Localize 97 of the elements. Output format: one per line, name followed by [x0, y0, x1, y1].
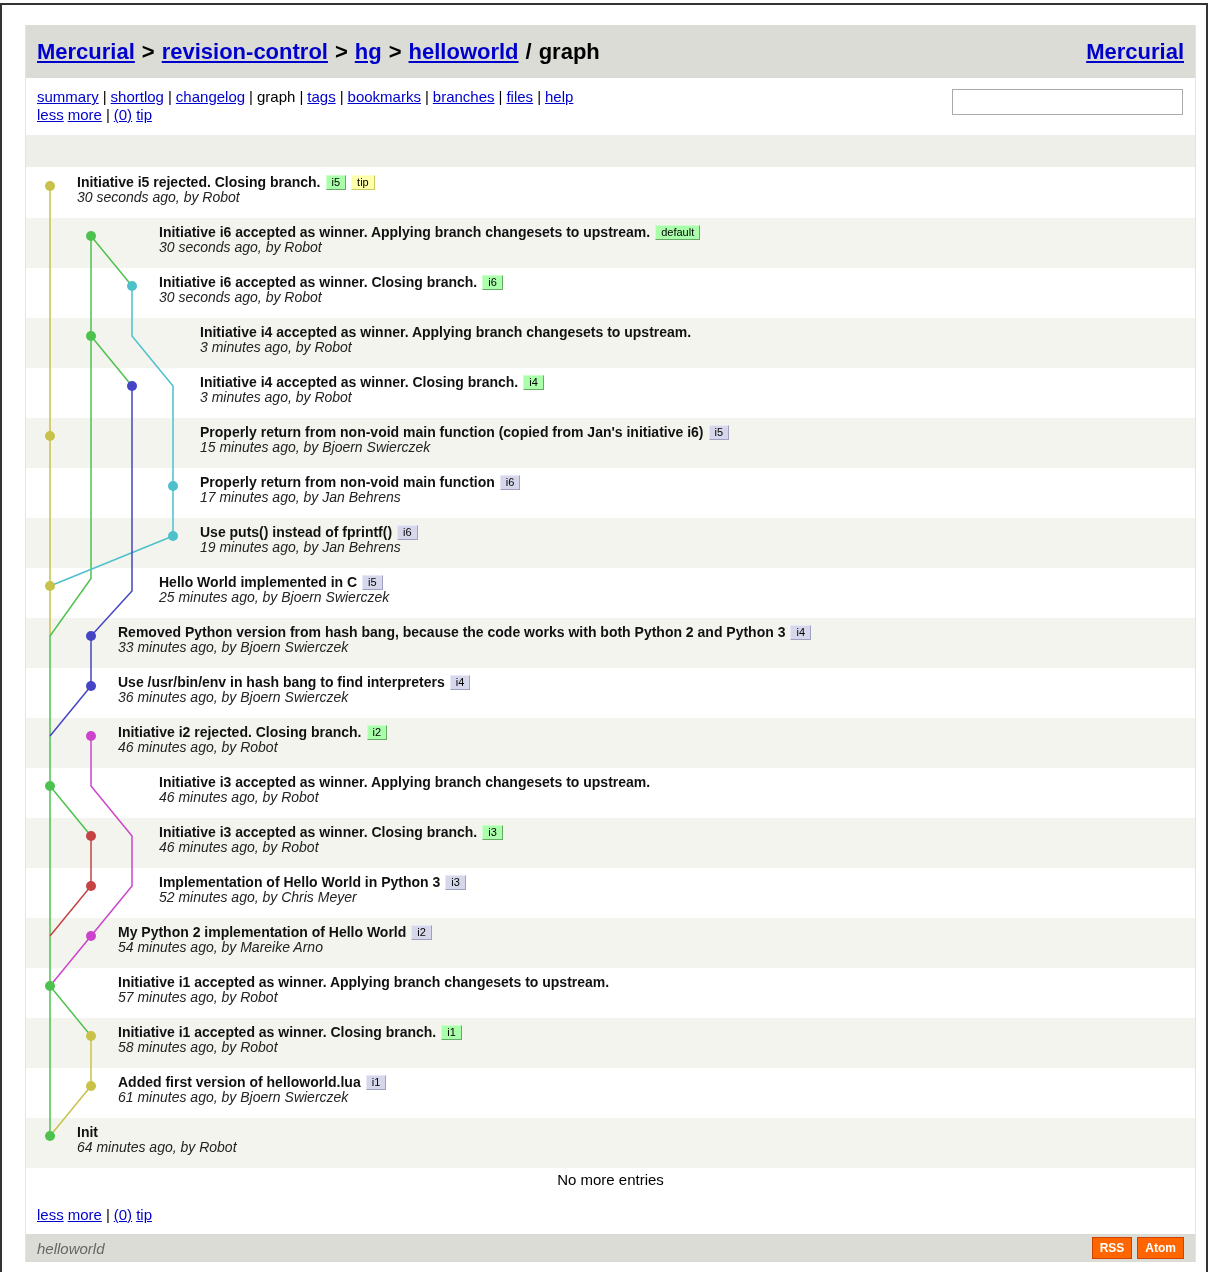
branch-tag: i3	[482, 825, 503, 840]
branch-tag: tip	[351, 175, 375, 190]
changeset-meta: 19 minutes ago, by Jan Behrens	[200, 540, 402, 555]
changeset-meta: 15 minutes ago, by Bjoern Swierczek	[200, 440, 432, 455]
changeset-meta: 25 minutes ago, by Bjoern Swierczek	[159, 590, 391, 605]
changeset-description[interactable]: Initiative i1 accepted as winner. Closing branch.	[118, 1025, 437, 1040]
changeset-description[interactable]: Removed Python version from hash bang, because the code works with both Python 2 and Python 3	[118, 625, 786, 640]
breadcrumb-link[interactable]: revision-control	[161, 38, 328, 65]
page-title: graph	[538, 38, 600, 65]
nav-separator: |	[105, 106, 110, 124]
changeset-meta: 30 seconds ago, by Robot	[159, 290, 323, 305]
revision-link[interactable]: tip	[136, 106, 152, 124]
nav-separator: |	[102, 88, 107, 106]
revision-link[interactable]: (0)	[113, 1206, 133, 1224]
branch-tag: i3	[445, 875, 466, 890]
changeset-meta: 58 minutes ago, by Robot	[118, 1040, 279, 1055]
branch-tag: i5	[362, 575, 383, 590]
repo-name: helloworld	[37, 1239, 105, 1257]
branch-tag: i2	[411, 925, 432, 940]
branch-tag: i6	[482, 275, 503, 290]
changeset-meta: 61 minutes ago, by Bjoern Swierczek	[118, 1090, 350, 1105]
changeset-meta: 46 minutes ago, by Robot	[159, 840, 320, 855]
changeset-meta: 52 minutes ago, by Chris Meyer	[159, 890, 358, 905]
nav-separator: |	[105, 1206, 110, 1224]
changeset-description[interactable]: Initiative i6 accepted as winner. Closing branch.	[159, 275, 478, 290]
nav-link[interactable]: tags	[307, 88, 336, 106]
logo-link[interactable]: Mercurial	[1086, 38, 1184, 65]
changeset-meta: 30 seconds ago, by Robot	[159, 240, 323, 255]
changeset-description[interactable]: Use puts() instead of fprintf()	[200, 525, 393, 540]
nav-current: graph	[257, 88, 296, 106]
nav-link[interactable]: bookmarks	[347, 88, 421, 106]
changeset-description[interactable]: Properly return from non-void main function (copied from Jan's initiative i6)	[200, 425, 704, 440]
nav-link[interactable]: summary	[37, 88, 99, 106]
changeset-description[interactable]: Initiative i3 accepted as winner. Closing branch.	[159, 825, 478, 840]
branch-tag: i6	[499, 475, 521, 490]
breadcrumb-separator: /	[525, 38, 532, 65]
nav-link[interactable]: changelog	[175, 88, 246, 106]
changeset-meta: 46 minutes ago, by Robot	[118, 740, 278, 755]
nav-separator: |	[424, 88, 429, 106]
changeset-description[interactable]: Initiative i5 rejected. Closing branch.	[77, 175, 321, 190]
changeset-meta: 46 minutes ago, by Robot	[159, 790, 320, 805]
changeset-description[interactable]: Implementation of Hello World in Python 3	[159, 875, 441, 890]
nav-separator: |	[537, 88, 542, 106]
changeset-meta: 17 minutes ago, by Jan Behrens	[200, 490, 402, 505]
branch-tag: i4	[523, 375, 544, 390]
changeset-description[interactable]: Initiative i1 accepted as winner. Applying branch changesets to upstream.	[118, 975, 610, 990]
changeset-description[interactable]: Initiative i2 rejected. Closing branch.	[118, 725, 362, 740]
branch-tag: i2	[366, 725, 388, 740]
pager-link[interactable]: less	[37, 106, 64, 124]
changeset-description[interactable]: My Python 2 implementation of Hello World	[118, 925, 407, 940]
changeset-description[interactable]: Properly return from non-void main function	[200, 475, 495, 490]
nav-separator: |	[249, 88, 253, 106]
nav-separator: |	[498, 88, 503, 106]
changeset-meta: 3 minutes ago, by Robot	[200, 340, 353, 355]
breadcrumb-separator: >	[141, 38, 155, 65]
changeset-description[interactable]: Init	[77, 1125, 98, 1140]
branch-tag: i5	[325, 175, 347, 190]
branch-tag: i1	[441, 1025, 462, 1040]
branch-tag: i1	[365, 1075, 387, 1090]
branch-tag: default	[655, 225, 701, 240]
breadcrumb-link[interactable]: Mercurial	[37, 38, 135, 65]
revision-link[interactable]: tip	[136, 1206, 152, 1224]
changeset-meta: 36 minutes ago, by Bjoern Swierczek	[118, 690, 350, 705]
breadcrumb-link[interactable]: hg	[354, 38, 382, 65]
breadcrumb-separator: >	[388, 38, 402, 65]
nav-link[interactable]: shortlog	[110, 88, 164, 106]
nav-separator: |	[299, 88, 304, 106]
nav-link[interactable]: help	[545, 88, 574, 106]
pager-link[interactable]: more	[67, 106, 102, 124]
nav-separator: |	[339, 88, 344, 106]
nav-link[interactable]: branches	[432, 88, 495, 106]
branch-tag: i4	[790, 625, 811, 640]
pager-link[interactable]: less	[37, 1206, 64, 1224]
changeset-description[interactable]: Initiative i4 accepted as winner. Closing branch.	[200, 375, 519, 390]
search-field[interactable]	[952, 89, 1183, 115]
nav-separator: |	[167, 88, 172, 106]
pager-link[interactable]: more	[67, 1206, 102, 1224]
revision-link[interactable]: (0)	[113, 106, 133, 124]
changeset-meta: 57 minutes ago, by Robot	[118, 990, 279, 1005]
changeset-meta: 64 minutes ago, by Robot	[77, 1140, 238, 1155]
breadcrumb-link[interactable]: helloworld	[408, 38, 519, 65]
nav-link[interactable]: files	[506, 88, 534, 106]
branch-tag: i6	[397, 525, 418, 540]
changeset-meta: 3 minutes ago, by Robot	[200, 390, 353, 405]
changeset-description[interactable]: Use /usr/bin/env in hash bang to find interpreters	[118, 675, 445, 690]
changeset-meta: 33 minutes ago, by Bjoern Swierczek	[118, 640, 350, 655]
changeset-meta: 30 seconds ago, by Robot	[77, 190, 240, 205]
changeset-description[interactable]: Added first version of helloworld.lua	[118, 1075, 361, 1090]
changeset-description[interactable]: Hello World implemented in C	[159, 575, 358, 590]
breadcrumb-separator: >	[334, 38, 348, 65]
changeset-description[interactable]: Initiative i4 accepted as winner. Applying branch changesets to upstream.	[200, 325, 692, 340]
branch-tag: i5	[708, 425, 730, 440]
branch-tag: i4	[449, 675, 471, 690]
changeset-description[interactable]: Initiative i3 accepted as winner. Applying branch changesets to upstream.	[159, 775, 651, 790]
changeset-meta: 54 minutes ago, by Mareike Arno	[118, 940, 324, 955]
no-more-text: No more entries	[557, 1171, 664, 1188]
changeset-description[interactable]: Initiative i6 accepted as winner. Applying branch changesets to upstream.	[159, 225, 651, 240]
